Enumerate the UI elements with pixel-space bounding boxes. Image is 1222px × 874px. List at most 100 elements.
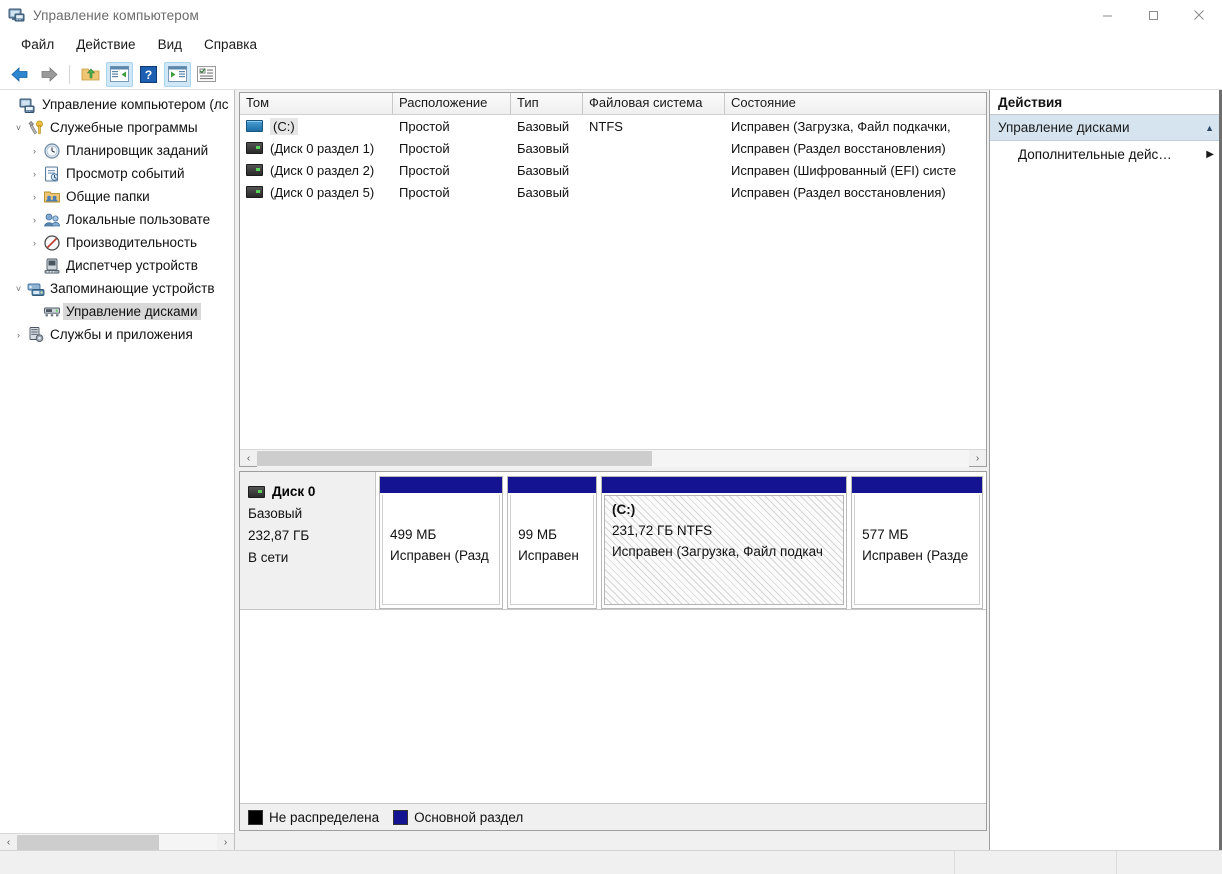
console-tree-pane: Управление компьютером (лс ˅ Служебные п…	[0, 90, 235, 851]
partition-color-bar	[601, 477, 847, 493]
tree-twisty-expanded[interactable]: ˅	[10, 277, 27, 300]
tree-twisty[interactable]	[2, 93, 19, 116]
volume-status: Исправен (Раздел восстановления)	[731, 140, 946, 156]
volume-type: Базовый	[517, 162, 570, 178]
tree-horizontal-scrollbar[interactable]: ‹ ›	[0, 833, 234, 851]
table-row[interactable]: (Диск 0 раздел 1) Простой Базовый Исправ…	[240, 137, 986, 159]
main-panes: Управление компьютером (лс ˅ Служебные п…	[0, 90, 1222, 851]
properties-button[interactable]	[193, 62, 220, 87]
scroll-left-arrow-icon[interactable]: ‹	[240, 450, 257, 467]
volume-layout: Простой	[399, 118, 450, 134]
column-header-status[interactable]: Состояние	[725, 93, 986, 114]
status-cell-secondary	[955, 850, 1117, 874]
tree-node-label: Служебные программы	[50, 120, 198, 135]
tree-node-local-users[interactable]: › Локальные пользовате	[0, 208, 234, 231]
partition-block-selected[interactable]: (C:) 231,72 ГБ NTFS Исправен (Загрузка, …	[600, 476, 848, 609]
tree-node-services-and-applications[interactable]: › Службы и приложения	[0, 323, 234, 346]
tree-twisty-collapsed[interactable]: ›	[10, 323, 27, 346]
action-item-more-actions[interactable]: Дополнительные дейс… ▶	[990, 141, 1222, 168]
tree-twisty[interactable]	[26, 254, 43, 277]
tree-node-event-viewer[interactable]: › Просмотр событий	[0, 162, 234, 185]
column-header-type[interactable]: Тип	[511, 93, 583, 114]
forward-button[interactable]	[35, 62, 62, 87]
partition-block[interactable]: 499 МБ Исправен (Разд	[379, 476, 504, 609]
partition-status: Исправен (Загрузка, Файл подкач	[611, 544, 823, 559]
tree-node-storage[interactable]: ˅ Запоминающие устройств	[0, 277, 234, 300]
maximize-button[interactable]	[1130, 0, 1176, 30]
disk-title: Диск 0	[248, 484, 375, 499]
volume-list-horizontal-scrollbar[interactable]: ‹ ›	[240, 449, 986, 467]
actions-group-label: Управление дисками	[998, 120, 1130, 135]
storage-icon	[27, 280, 45, 298]
partition-block[interactable]: 99 МБ Исправен	[507, 476, 597, 609]
back-button[interactable]	[6, 62, 33, 87]
computer-management-window: Управление компьютером Файл Действие Вид…	[0, 0, 1222, 874]
menu-action[interactable]: Действие	[65, 34, 146, 55]
tree-node-shared-folders[interactable]: › Общие папки	[0, 185, 234, 208]
legend-item-unallocated: Не распределена	[248, 809, 379, 825]
scroll-track[interactable]	[257, 449, 969, 467]
tree-twisty[interactable]	[26, 300, 43, 323]
table-row[interactable]: (Диск 0 раздел 2) Простой Базовый Исправ…	[240, 159, 986, 181]
partition-block[interactable]: 577 МБ Исправен (Разде	[851, 476, 983, 609]
scroll-left-arrow-icon[interactable]: ‹	[0, 834, 17, 851]
window-controls	[1084, 0, 1222, 30]
tree-twisty-collapsed[interactable]: ›	[26, 231, 43, 254]
minimize-button[interactable]	[1084, 0, 1130, 30]
computer-icon	[19, 96, 37, 114]
disk-info-panel[interactable]: Диск 0 Базовый 232,87 ГБ В сети	[240, 472, 376, 609]
tree-node-label: Общие папки	[66, 189, 150, 204]
volume-list: Том Расположение Тип Файловая система Со…	[239, 92, 987, 467]
disk-canvas: Диск 0 Базовый 232,87 ГБ В сети 499 МБ И…	[240, 472, 986, 803]
partition-body: 577 МБ Исправен (Разде	[854, 495, 980, 605]
scroll-thumb[interactable]	[257, 450, 652, 466]
chevron-up-icon[interactable]: ▲	[1205, 123, 1214, 133]
tree-twisty-collapsed[interactable]: ›	[26, 162, 43, 185]
scroll-track[interactable]	[17, 833, 217, 851]
show-hide-action-pane-button[interactable]	[164, 61, 191, 87]
disk-graphical-view: Диск 0 Базовый 232,87 ГБ В сети 499 МБ И…	[239, 471, 987, 831]
tree-node-system-tools[interactable]: ˅ Служебные программы	[0, 116, 234, 139]
close-button[interactable]	[1176, 0, 1222, 30]
help-button[interactable]: ?	[135, 62, 162, 87]
actions-group-disk-management[interactable]: Управление дисками ▲	[990, 115, 1222, 141]
tree-twisty-collapsed[interactable]: ›	[26, 208, 43, 231]
tree-twisty-collapsed[interactable]: ›	[26, 185, 43, 208]
tree-node-label: Производительность	[66, 235, 198, 250]
tree-node-task-scheduler[interactable]: › Планировщик заданий	[0, 139, 234, 162]
up-folder-button[interactable]	[77, 62, 104, 87]
tree-twisty-expanded[interactable]: ˅	[10, 116, 27, 139]
disk-row-0[interactable]: Диск 0 Базовый 232,87 ГБ В сети 499 МБ И…	[240, 472, 986, 610]
menu-help[interactable]: Справка	[193, 34, 268, 55]
scroll-thumb[interactable]	[17, 834, 159, 850]
actions-pane: Действия Управление дисками ▲ Дополнител…	[989, 90, 1222, 850]
tree-node-performance[interactable]: › Производительность	[0, 231, 234, 254]
scroll-right-arrow-icon[interactable]: ›	[969, 450, 986, 467]
volume-icon-system	[246, 120, 263, 132]
column-header-layout[interactable]: Расположение	[393, 93, 511, 114]
window-title: Управление компьютером	[33, 7, 199, 23]
title-bar: Управление компьютером	[0, 0, 1222, 30]
table-row[interactable]: (C:) Простой Базовый NTFS Исправен (Загр…	[240, 115, 986, 137]
scroll-right-arrow-icon[interactable]: ›	[217, 834, 234, 851]
legend-swatch-primary	[393, 809, 409, 825]
menu-file[interactable]: Файл	[10, 34, 65, 55]
partition-color-bar	[508, 477, 596, 493]
sidebar-item-disk-management[interactable]: Управление дисками	[0, 300, 234, 323]
chevron-right-icon[interactable]: ▶	[1206, 149, 1214, 160]
partition-spacer	[862, 501, 972, 527]
table-row[interactable]: (Диск 0 раздел 5) Простой Базовый Исправ…	[240, 181, 986, 203]
volume-type: Базовый	[517, 184, 570, 200]
show-hide-console-tree-button[interactable]	[106, 61, 133, 87]
partition-body: 499 МБ Исправен (Разд	[382, 495, 501, 605]
volume-type: Базовый	[517, 140, 570, 156]
disk-state: В сети	[248, 550, 289, 565]
partition-size: 499 МБ	[390, 527, 437, 542]
menu-view[interactable]: Вид	[147, 34, 193, 55]
column-header-filesystem[interactable]: Файловая система	[583, 93, 725, 114]
tree-twisty-collapsed[interactable]: ›	[26, 139, 43, 162]
tree-node-device-manager[interactable]: Диспетчер устройств	[0, 254, 234, 277]
toolbar: ?	[0, 59, 1222, 90]
column-header-volume[interactable]: Том	[240, 93, 393, 114]
tree-node-computer-management[interactable]: Управление компьютером (лс	[0, 93, 234, 116]
